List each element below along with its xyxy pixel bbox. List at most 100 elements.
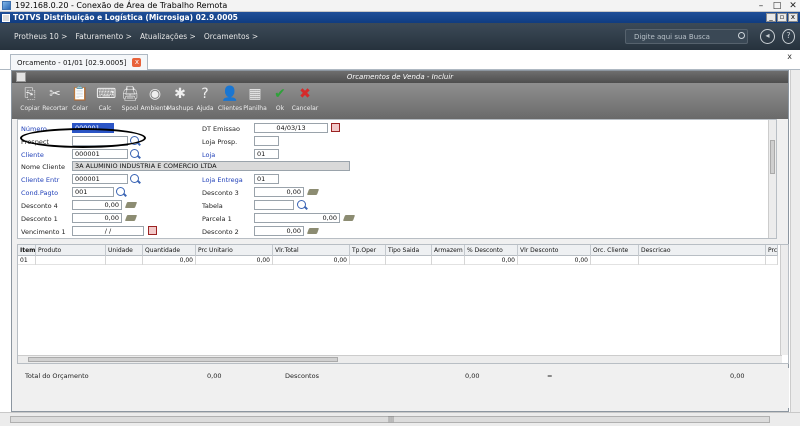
breadcrumb-protheus[interactable]: Protheus 10 > <box>14 32 67 41</box>
column-header-item[interactable]: Item <box>18 245 36 256</box>
tabela-input[interactable] <box>254 200 294 210</box>
app-close-button[interactable]: x <box>788 13 798 22</box>
vencimento1-input[interactable]: / / <box>72 226 144 236</box>
nome-cliente-label: Nome Cliente <box>21 163 66 171</box>
search-icon[interactable] <box>738 32 745 39</box>
cell-unidade[interactable] <box>106 256 143 265</box>
parcela1-input[interactable]: 0,00 <box>254 213 340 223</box>
tabela-lookup-icon[interactable] <box>297 200 306 209</box>
calculator-icon[interactable] <box>124 215 138 221</box>
minimize-button[interactable]: – <box>756 1 766 11</box>
mashups-button[interactable]: ✱ Mashups <box>167 83 194 112</box>
cliente-entr-input[interactable]: 000001 <box>72 174 128 184</box>
breadcrumb-faturamento[interactable]: Faturamento > <box>75 32 131 41</box>
close-button[interactable]: ✕ <box>788 1 798 11</box>
calculator-icon[interactable] <box>124 202 138 208</box>
column-header-descricao[interactable]: Descricao <box>639 245 766 256</box>
tab-orcamento[interactable]: Orcamento - 01/01 [02.9.0005] x <box>10 54 149 70</box>
cond-pagto-input[interactable]: 001 <box>72 187 114 197</box>
scroll-thumb[interactable] <box>28 357 338 362</box>
calc-button[interactable]: ⌨ Calc <box>93 83 117 112</box>
column-header-prc[interactable]: Prc <box>766 245 778 256</box>
calculator-icon[interactable] <box>306 228 320 234</box>
fields-scrollbar[interactable] <box>768 120 776 238</box>
cliente-input[interactable]: 000001 <box>72 149 128 159</box>
column-header-armazem[interactable]: Armazem <box>432 245 465 256</box>
colar-button[interactable]: 📋 Colar <box>68 83 92 112</box>
app-restore-button[interactable]: ▫ <box>777 13 787 22</box>
column-header-vlr-total[interactable]: Vlr.Total <box>273 245 350 256</box>
table-row[interactable]: 01 0,00 0,00 0,00 0,00 0,00 <box>18 256 778 265</box>
clipboard-icon: 📋 <box>71 86 89 102</box>
window-horizontal-scrollbar[interactable]: ||| <box>0 412 800 426</box>
ok-button[interactable]: ✔ Ok <box>268 83 292 112</box>
ajuda-button[interactable]: ? Ajuda <box>193 83 217 112</box>
column-header-vlr-desconto[interactable]: Vlr Desconto <box>518 245 591 256</box>
help-icon[interactable]: ? <box>782 29 795 44</box>
dt-emissao-input[interactable]: 04/03/13 <box>254 123 328 133</box>
loja-label: Loja <box>202 151 216 159</box>
tool-label: Colar <box>72 105 88 112</box>
maximize-button[interactable]: □ <box>772 1 782 11</box>
cell-quantidade[interactable]: 0,00 <box>143 256 196 265</box>
window-close-icon[interactable]: x <box>787 52 792 61</box>
tool-label: Cancelar <box>291 105 319 112</box>
column-header-tipo-saida[interactable]: Tipo Saida <box>386 245 432 256</box>
cond-pagto-lookup-icon[interactable] <box>116 187 125 196</box>
calculator-icon[interactable] <box>342 215 356 221</box>
cell-prc[interactable] <box>766 256 778 265</box>
copiar-button[interactable]: ⎘ Copiar <box>18 83 42 112</box>
column-header-desconto-pct[interactable]: % Desconto <box>465 245 518 256</box>
column-header-produto[interactable]: Produto <box>36 245 106 256</box>
recortar-button[interactable]: ✂ Recortar <box>42 83 68 112</box>
back-icon[interactable]: ◂ <box>760 29 775 44</box>
ambiente-button[interactable]: ◉ Ambiente <box>141 83 170 112</box>
window-vertical-scrollbar[interactable] <box>790 70 800 412</box>
cell-desconto-pct[interactable]: 0,00 <box>465 256 518 265</box>
calendar-icon[interactable] <box>148 226 157 235</box>
cancelar-button[interactable]: ✖ Cancelar <box>291 83 319 112</box>
cell-produto[interactable] <box>36 256 106 265</box>
tool-label: Calc <box>98 105 112 112</box>
desconto4-input[interactable]: 0,00 <box>72 200 122 210</box>
calculator-icon[interactable] <box>306 189 320 195</box>
cell-descricao[interactable] <box>639 256 766 265</box>
column-header-quantidade[interactable]: Quantidade <box>143 245 196 256</box>
breadcrumb-atualizacoes[interactable]: Atualizações > <box>140 32 196 41</box>
column-header-orc-cliente[interactable]: Orc. Cliente <box>591 245 639 256</box>
cell-tp-oper[interactable] <box>350 256 386 265</box>
column-header-prc-unitario[interactable]: Prc Unitario <box>196 245 273 256</box>
loja-prosp-input[interactable] <box>254 136 279 146</box>
cell-armazem[interactable] <box>432 256 465 265</box>
breadcrumb-orcamentos[interactable]: Orcamentos > <box>204 32 258 41</box>
navigation-bar: Protheus 10 > Faturamento > Atualizações… <box>0 23 800 50</box>
loja-input[interactable]: 01 <box>254 149 279 159</box>
scroll-thumb[interactable] <box>770 140 775 174</box>
cell-item[interactable]: 01 <box>18 256 36 265</box>
desconto1-input[interactable]: 0,00 <box>72 213 122 223</box>
desconto3-input[interactable]: 0,00 <box>254 187 304 197</box>
planilha-button[interactable]: ▦ Planilha <box>243 83 267 112</box>
calendar-icon[interactable] <box>331 123 340 132</box>
cliente-lookup-icon[interactable] <box>130 149 139 158</box>
cell-vlr-total[interactable]: 0,00 <box>273 256 350 265</box>
tab-close-icon[interactable]: x <box>132 58 142 67</box>
printer-icon: 🖨 <box>121 86 139 102</box>
app-minimize-button[interactable]: _ <box>766 13 776 22</box>
spool-button[interactable]: 🖨 Spool <box>118 83 142 112</box>
column-header-unidade[interactable]: Unidade <box>106 245 143 256</box>
search-input[interactable]: Digite aqui sua Busca <box>625 29 748 44</box>
desconto2-input[interactable]: 0,00 <box>254 226 304 236</box>
cliente-entr-lookup-icon[interactable] <box>130 174 139 183</box>
grid-horizontal-scrollbar[interactable] <box>18 355 782 363</box>
loja-entrega-input[interactable]: 01 <box>254 174 279 184</box>
app-icon <box>2 13 10 22</box>
cell-vlr-desconto[interactable]: 0,00 <box>518 256 591 265</box>
column-header-tp-oper[interactable]: Tp.Oper <box>350 245 386 256</box>
cell-orc-cliente[interactable] <box>591 256 639 265</box>
cell-prc-unitario[interactable]: 0,00 <box>196 256 273 265</box>
cell-tipo-saida[interactable] <box>386 256 432 265</box>
grid-vertical-scrollbar[interactable] <box>780 245 788 355</box>
totals-footer: Total do Orçamento 0,00 Descontos 0,00 =… <box>17 368 789 408</box>
clientes-button[interactable]: 👤 Clientes <box>218 83 242 112</box>
